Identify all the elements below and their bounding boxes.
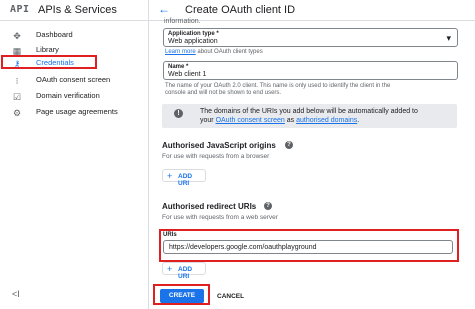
redirect-uris-title: Authorised redirect URIs xyxy=(162,202,257,211)
authorised-domains-link[interactable]: authorised domains xyxy=(296,117,357,124)
redirect-uris-subtitle: For use with requests from a web server xyxy=(162,214,278,221)
domain-icon: ☑ xyxy=(12,92,22,102)
chevron-down-icon: ▾ xyxy=(446,33,451,43)
consent-icon: ⁝ xyxy=(15,76,19,86)
help-icon[interactable]: ? xyxy=(264,202,272,210)
settings-icon: ⚙ xyxy=(12,108,22,118)
sidebar-item-oauth-consent[interactable]: ⁝ OAuth consent screen xyxy=(0,73,148,88)
add-uri-label: ADD URI xyxy=(178,265,193,280)
create-button[interactable]: CREATE xyxy=(160,289,204,303)
info-icon: ! xyxy=(174,109,183,118)
name-field[interactable]: Name * Web client 1 xyxy=(163,61,458,80)
learn-more-hint: Learn more about OAuth client types xyxy=(165,48,263,56)
sidebar-item-domain-verification[interactable]: ☑ Domain verification xyxy=(0,89,148,104)
credentials-highlight xyxy=(1,55,97,69)
plus-icon: + xyxy=(167,264,173,274)
info-banner-line1: The domains of the URIs you add below wi… xyxy=(200,108,418,115)
sidebar-item-label: OAuth consent screen xyxy=(36,75,111,84)
name-value: Web client 1 xyxy=(168,71,207,78)
redirect-uri-value: https://developers.google.com/oauthplayg… xyxy=(169,244,317,251)
sidebar-item-label: Domain verification xyxy=(36,91,100,100)
help-icon[interactable]: ? xyxy=(285,141,293,149)
application-type-select[interactable]: Application type * Web application ▾ xyxy=(163,28,458,47)
info-banner-mid: as xyxy=(284,117,297,124)
cancel-button[interactable]: CANCEL xyxy=(217,293,244,300)
sidebar-item-label: Page usage agreements xyxy=(36,107,118,116)
page-title: Create OAuth client ID xyxy=(185,4,296,16)
learn-more-rest: about OAuth client types xyxy=(195,49,263,55)
oauth-consent-screen-link[interactable]: OAuth consent screen xyxy=(216,117,285,124)
name-label: Name * xyxy=(168,64,189,70)
collapse-sidebar-icon[interactable]: <I xyxy=(12,289,20,299)
info-banner-prefix: your xyxy=(200,117,216,124)
plus-icon: + xyxy=(167,171,173,181)
dashboard-icon: ✥ xyxy=(13,31,21,41)
sidebar-title: APIs & Services xyxy=(38,4,117,16)
sidebar-item-dashboard[interactable]: ✥ Dashboard xyxy=(0,28,148,43)
learn-more-link[interactable]: Learn more xyxy=(165,49,196,55)
js-origins-subtitle: For use with requests from a browser xyxy=(162,153,270,160)
sidebar-item-page-usage[interactable]: ⚙ Page usage agreements xyxy=(0,105,148,120)
uris-label: URIs xyxy=(163,232,177,238)
section-intro-text: information. xyxy=(164,18,201,25)
back-arrow-icon[interactable]: ← xyxy=(158,2,170,16)
add-js-origin-button[interactable]: + ADD URI xyxy=(162,169,206,187)
api-logo: API xyxy=(10,4,30,15)
redirect-uri-input[interactable]: https://developers.google.com/oauthplayg… xyxy=(163,240,453,254)
js-origins-title: Authorised JavaScript origins xyxy=(162,141,276,150)
info-banner-line2: your OAuth consent screen as authorised … xyxy=(200,117,359,124)
application-type-label: Application type * xyxy=(168,31,219,37)
sidebar-item-label: Dashboard xyxy=(36,30,73,39)
info-banner-suffix: . xyxy=(357,117,360,124)
add-redirect-uri-button[interactable]: + ADD URI xyxy=(162,262,206,280)
name-hint-line2: console and will not be shown to end use… xyxy=(165,90,282,96)
application-type-value: Web application xyxy=(168,38,218,45)
sidebar-item-label: Library xyxy=(36,45,59,54)
add-uri-label: ADD URI xyxy=(178,172,193,187)
